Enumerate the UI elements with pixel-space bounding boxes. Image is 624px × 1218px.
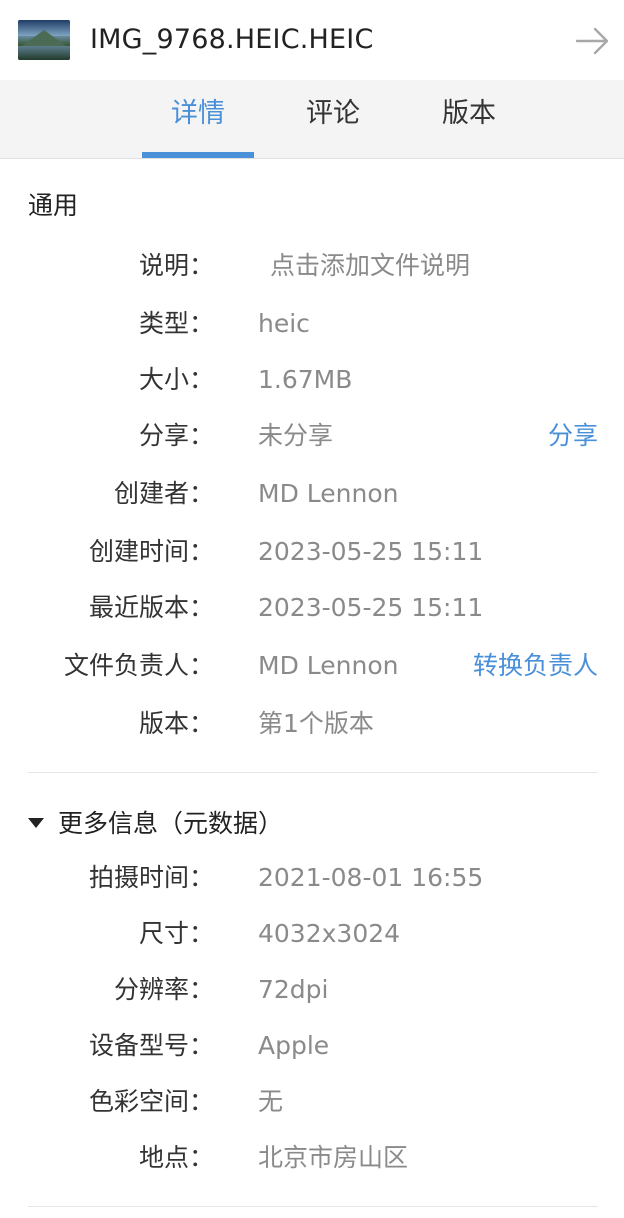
info-row-owner: 文件负责人： MD Lennon 转换负责人 (0, 646, 624, 686)
row-label: 分辨率： (113, 975, 214, 1004)
row-label: 大小： (138, 365, 214, 394)
row-value: Apple (258, 1031, 330, 1060)
row-value: 1.67MB (258, 365, 353, 394)
info-row-description: 说明： 点击添加文件说明 (0, 246, 624, 286)
row-value: 北京市房山区 (258, 1143, 409, 1172)
info-row-size: 大小： 1.67MB (0, 360, 624, 400)
caret-down-icon (28, 818, 44, 828)
row-value: 2023-05-25 15:11 (258, 593, 484, 622)
tab-bar: 详情 评论 版本 (0, 80, 624, 159)
tab-details-label: 详情 (171, 98, 225, 129)
active-tab-indicator (142, 152, 254, 158)
meta-row-color-space: 色彩空间： 无 (0, 1082, 624, 1122)
section-title-general: 通用 (28, 191, 79, 220)
row-label: 拍摄时间： (88, 863, 214, 892)
row-label: 创建者： (113, 479, 214, 508)
row-value: 2021-08-01 16:55 (258, 863, 484, 892)
arrow-right-icon[interactable] (574, 24, 612, 58)
tab-comments[interactable]: 评论 (290, 80, 376, 158)
row-value: 4032x3024 (258, 919, 401, 948)
row-label: 文件负责人： (63, 651, 214, 680)
row-value: 72dpi (258, 975, 329, 1004)
tab-comments-label: 评论 (306, 98, 360, 129)
info-row-type: 类型： heic (0, 304, 624, 344)
meta-row-capture-time: 拍摄时间： 2021-08-01 16:55 (0, 858, 624, 898)
meta-row-dimensions: 尺寸： 4032x3024 (0, 914, 624, 954)
row-value: 无 (258, 1087, 284, 1116)
meta-row-location: 地点： 北京市房山区 (0, 1138, 624, 1178)
tab-details[interactable]: 详情 (142, 80, 254, 158)
row-value: 未分享 (258, 421, 334, 450)
info-row-share: 分享： 未分享 分享 (0, 416, 624, 456)
row-label: 说明： (138, 251, 214, 280)
row-value: MD Lennon (258, 651, 399, 680)
tab-versions[interactable]: 版本 (426, 80, 512, 158)
row-value: 2023-05-25 15:11 (258, 537, 484, 566)
row-label: 色彩空间： (88, 1087, 214, 1116)
section-divider (28, 772, 598, 773)
info-row-latest-version: 最近版本： 2023-05-25 15:11 (0, 588, 624, 628)
info-row-creator: 创建者： MD Lennon (0, 474, 624, 514)
row-label: 创建时间： (88, 537, 214, 566)
meta-row-resolution: 分辨率： 72dpi (0, 970, 624, 1010)
info-row-created-time: 创建时间： 2023-05-25 15:11 (0, 532, 624, 572)
description-field[interactable]: 点击添加文件说明 (270, 246, 470, 286)
file-thumbnail (18, 20, 70, 60)
info-row-version: 版本： 第1个版本 (0, 704, 624, 744)
row-label: 最近版本： (88, 593, 214, 622)
file-name: IMG_9768.HEIC.HEIC (90, 24, 374, 55)
share-link[interactable]: 分享 (548, 416, 598, 456)
row-value: MD Lennon (258, 479, 399, 508)
row-label: 版本： (138, 709, 214, 738)
row-label: 设备型号： (88, 1031, 214, 1060)
tab-versions-label: 版本 (442, 98, 496, 129)
more-info-title: 更多信息（元数据） (58, 809, 284, 838)
row-label: 尺寸： (138, 919, 214, 948)
row-value: 第1个版本 (258, 709, 374, 738)
section-divider (28, 1206, 598, 1207)
row-value: heic (258, 309, 310, 338)
transfer-owner-link[interactable]: 转换负责人 (473, 646, 598, 686)
meta-row-device-model: 设备型号： Apple (0, 1026, 624, 1066)
row-label: 分享： (138, 421, 214, 450)
row-label: 地点： (138, 1143, 214, 1172)
file-header: IMG_9768.HEIC.HEIC (0, 0, 624, 80)
row-label: 类型： (138, 309, 214, 338)
